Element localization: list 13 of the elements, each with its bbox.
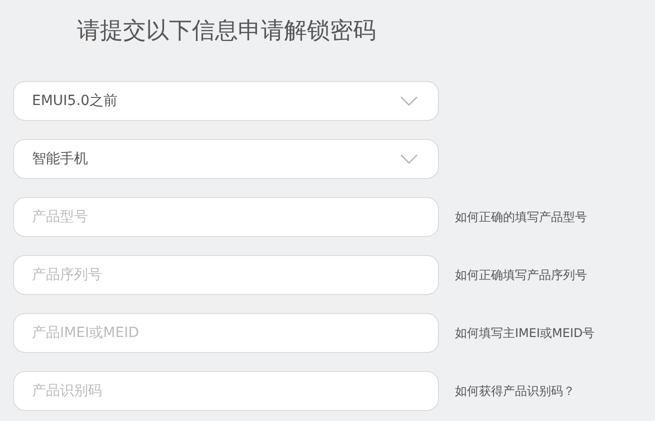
chevron-down-icon <box>400 154 418 164</box>
chevron-down-icon <box>400 96 418 106</box>
help-link[interactable]: 如何获得产品识别码？ <box>455 382 575 400</box>
input-field[interactable]: 产品IMEI或MEID <box>13 313 439 353</box>
input-field[interactable]: 产品型号 <box>13 197 439 237</box>
help-link[interactable]: 如何填写主IMEI或MEID号 <box>455 324 595 342</box>
dropdown-select[interactable]: 智能手机 <box>13 139 439 179</box>
help-link[interactable]: 如何正确填写产品序列号 <box>455 266 587 284</box>
page-title: 请提交以下信息申请解锁密码 <box>77 17 376 46</box>
input-field[interactable]: 产品识别码 <box>13 371 439 411</box>
dropdown-select[interactable]: EMUI5.0之前 <box>13 81 439 121</box>
input-field[interactable]: 产品序列号 <box>13 255 439 295</box>
help-link[interactable]: 如何正确的填写产品型号 <box>455 208 587 226</box>
